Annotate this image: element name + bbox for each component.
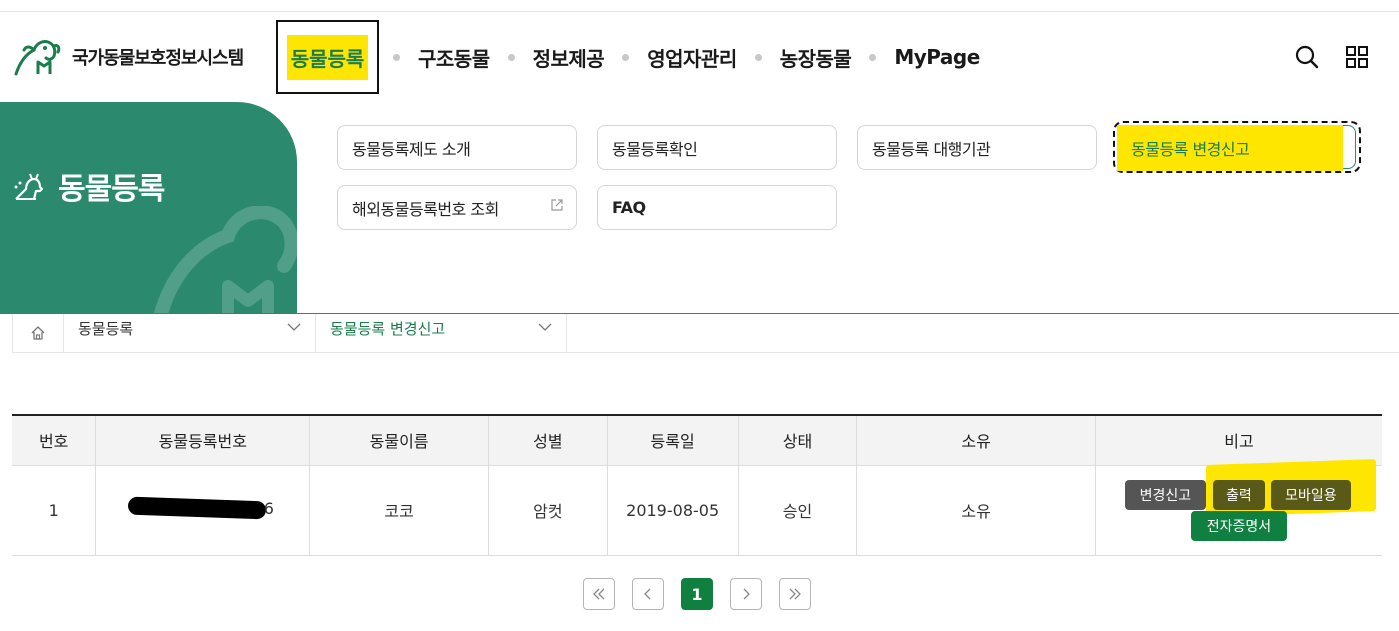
site-logo[interactable]: 국가동물보호정보시스템: [12, 38, 244, 76]
table-row: 1 6 코코 암컷 2019-08-05 승인 소유 변경신고 출력 모바일용 …: [12, 458, 1382, 556]
reg-number-visible-digit: 6: [263, 499, 274, 518]
cell-no: 1: [12, 465, 97, 556]
submenu-registration-intro[interactable]: 동물등록제도 소개: [337, 125, 577, 170]
chevron-down-icon: [287, 323, 301, 331]
redaction-mark: [127, 496, 267, 520]
submenu-label: 해외동물등록번호 조회: [352, 199, 499, 219]
cell-actions: 변경신고 출력 모바일용 전자증명서: [1095, 458, 1382, 556]
submenu-label: 동물등록 변경신고: [1117, 125, 1343, 171]
nav-item-info[interactable]: 정보제공: [533, 43, 605, 72]
nav-separator-dot: [754, 53, 762, 61]
submenu-registration-check[interactable]: 동물등록확인: [597, 125, 837, 170]
print-button[interactable]: 출력: [1212, 479, 1265, 510]
section-title: 동물등록: [12, 164, 165, 208]
breadcrumb: 동물등록 동물등록 변경신고: [12, 314, 1399, 353]
submenu-agencies[interactable]: 동물등록 대행기관: [857, 125, 1097, 170]
table-header-row: 번호 동물등록번호 동물이름 성별 등록일 상태 소유 비고: [12, 414, 1382, 466]
col-header-reg-no: 동물등록번호: [95, 414, 311, 466]
e-certificate-button[interactable]: 전자증명서: [1190, 510, 1287, 541]
col-header-sex: 성별: [488, 414, 608, 466]
dog-cat-logo-icon: [14, 40, 61, 76]
cell-name: 코코: [309, 465, 489, 556]
nav-item-farm[interactable]: 농장동물: [780, 43, 852, 72]
mobile-button[interactable]: 모바일용: [1270, 479, 1351, 510]
double-chevron-right-icon: [789, 588, 801, 600]
cell-date: 2019-08-05: [607, 465, 739, 556]
submenu-faq[interactable]: FAQ: [597, 185, 837, 230]
first-page-button[interactable]: [583, 578, 615, 610]
nav-separator-dot: [622, 53, 630, 61]
chevron-down-icon: [538, 323, 552, 331]
cell-sex: 암컷: [488, 465, 608, 556]
action-buttons: 변경신고 출력 모바일용 전자증명서: [1096, 458, 1382, 555]
chevron-left-icon: [644, 588, 651, 600]
chevron-right-icon: [743, 588, 750, 600]
col-header-owner: 소유: [856, 414, 1096, 466]
registration-table: 번호 동물등록번호 동물이름 성별 등록일 상태 소유 비고 1 6 코코 암컷…: [12, 414, 1382, 556]
nav-item-mypage[interactable]: MyPage: [894, 45, 980, 69]
breadcrumb-level1-select[interactable]: 동물등록: [64, 314, 316, 352]
global-nav: 동물등록 구조동물 정보제공 영업자관리 농장동물 MyPage: [276, 20, 980, 94]
external-link-icon: [551, 199, 563, 211]
cell-status: 승인: [738, 465, 858, 556]
home-icon: [31, 326, 45, 340]
breadcrumb-level2-label: 동물등록 변경신고: [330, 320, 446, 338]
double-chevron-left-icon: [593, 588, 605, 600]
dog-icon: [14, 173, 44, 200]
col-header-date: 등록일: [607, 414, 739, 466]
search-icon[interactable]: [1294, 44, 1320, 70]
section-title-panel: 동물등록: [0, 102, 297, 314]
pagination: 1: [583, 578, 811, 610]
prev-page-button[interactable]: [632, 578, 664, 610]
next-page-button[interactable]: [730, 578, 762, 610]
home-button[interactable]: [12, 314, 64, 352]
nav-item-label: 동물등록: [286, 34, 369, 80]
col-header-status: 상태: [738, 414, 858, 466]
nav-item-animal-registration[interactable]: 동물등록: [276, 20, 379, 94]
last-page-button[interactable]: [779, 578, 811, 610]
cell-owner: 소유: [856, 465, 1096, 556]
change-report-button[interactable]: 변경신고: [1124, 479, 1206, 510]
nav-separator-dot: [507, 53, 515, 61]
cell-reg-no: 6: [95, 465, 311, 556]
logo-text: 국가동물보호정보시스템: [72, 48, 244, 69]
nav-item-business[interactable]: 영업자관리: [647, 43, 737, 72]
col-header-name: 동물이름: [309, 414, 489, 466]
submenu-overseas-lookup[interactable]: 해외동물등록번호 조회: [337, 185, 577, 230]
submenu-change-report[interactable]: 동물등록 변경신고: [1117, 125, 1356, 171]
section-title-text: 동물등록: [58, 172, 165, 207]
current-page[interactable]: 1: [681, 578, 713, 610]
nav-item-rescue[interactable]: 구조동물: [418, 43, 490, 72]
breadcrumb-level2-select[interactable]: 동물등록 변경신고: [316, 314, 567, 352]
nav-separator-dot: [393, 53, 400, 61]
top-divider: [0, 11, 1399, 12]
grid-menu-icon[interactable]: [1345, 45, 1369, 69]
col-header-no: 번호: [12, 414, 97, 466]
breadcrumb-level1-label: 동물등록: [78, 320, 134, 338]
nav-separator-dot: [869, 53, 877, 61]
col-header-note: 비고: [1095, 414, 1382, 466]
decorative-dog-cat-icon: [153, 206, 297, 314]
redacted-reg-number: 6: [127, 496, 278, 520]
